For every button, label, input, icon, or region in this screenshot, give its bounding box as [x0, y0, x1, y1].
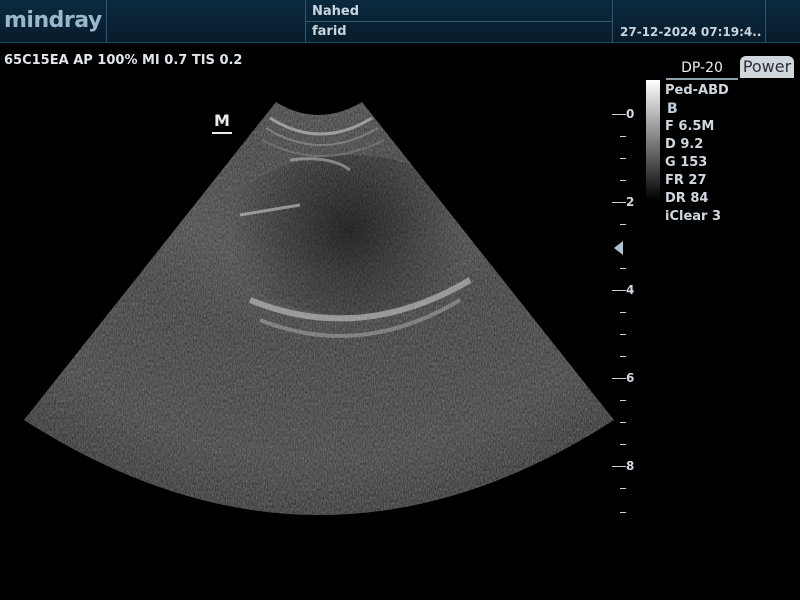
header-divider: [612, 0, 613, 42]
depth-label: 2: [626, 195, 635, 209]
depth-tick: [620, 180, 626, 181]
depth-label: 4: [626, 283, 635, 297]
depth-tick-major: [612, 466, 626, 467]
depth-label: 6: [626, 371, 635, 385]
depth-label: 8: [626, 459, 635, 473]
patient-info-divider: [306, 21, 612, 22]
preset-label[interactable]: Ped-ABD: [665, 82, 795, 100]
brand-logo: mindray: [4, 8, 102, 33]
frequency-value: F 6.5M: [665, 119, 715, 134]
depth-label: 0: [626, 107, 635, 121]
depth-tick-major: [612, 202, 626, 203]
tab-power[interactable]: Power: [740, 56, 794, 78]
depth-tick: [620, 400, 626, 401]
frame-rate-value: FR 27: [665, 173, 707, 188]
depth-tick-major: [612, 290, 626, 291]
top-bar: mindray Nahed farid 27-12-2024 07:19:4..…: [0, 0, 800, 43]
gain-value: G 153: [665, 155, 708, 170]
depth-tick: [620, 356, 626, 357]
header-divider: [765, 0, 766, 42]
depth-tick: [620, 312, 626, 313]
probe-acoustic-info: 65C15EA AP 100% MI 0.7 TIS 0.2: [4, 53, 243, 68]
depth-value: D 9.2: [665, 137, 704, 152]
exam-datetime: 27-12-2024 07:19:4...: [620, 25, 762, 39]
iclear-value: iClear 3: [665, 209, 722, 224]
depth-tick: [620, 224, 626, 225]
depth-scale: 0 2 4 6 8: [612, 100, 642, 530]
mode-label: B: [667, 101, 678, 117]
patient-info[interactable]: Nahed farid: [306, 0, 612, 42]
depth-tick: [620, 158, 626, 159]
patient-first-name: Nahed: [312, 4, 360, 19]
grayscale-bar: [646, 80, 660, 200]
tab-dp-20[interactable]: DP-20: [666, 58, 738, 80]
depth-tick: [620, 422, 626, 423]
header-divider: [106, 0, 107, 42]
depth-tick-major: [612, 114, 626, 115]
depth-tick: [620, 512, 626, 513]
orientation-marker: M: [212, 112, 232, 134]
depth-tick: [620, 268, 626, 269]
depth-tick: [620, 334, 626, 335]
imaging-parameters: Ped-ABD B F 6.5M D 9.2 G 153 FR 27 DR 84…: [665, 82, 795, 226]
focus-position-marker[interactable]: [614, 241, 623, 255]
depth-tick: [620, 136, 626, 137]
depth-tick: [620, 444, 626, 445]
depth-tick-major: [612, 378, 626, 379]
depth-tick: [620, 488, 626, 489]
dynamic-range-value: DR 84: [665, 191, 709, 206]
patient-last-name: farid: [312, 24, 347, 39]
